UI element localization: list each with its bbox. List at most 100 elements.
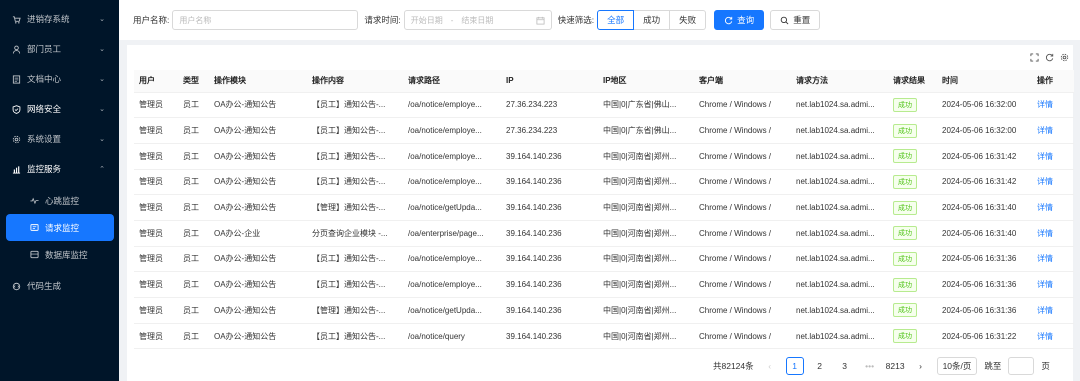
user-label: 用户名称:	[133, 15, 170, 25]
quick-filter-all[interactable]: 全部	[597, 10, 635, 30]
sidebar-item-department[interactable]: 部门员工 ⌄	[0, 34, 119, 64]
sidebar-item-request-monitor[interactable]: 请求监控	[6, 214, 114, 241]
header-type: 类型	[178, 70, 209, 93]
sidebar-item-label: 进销存系统	[27, 14, 70, 24]
detail-link[interactable]: 详情	[1037, 229, 1053, 238]
fullscreen-icon[interactable]	[1030, 53, 1039, 62]
settings-icon[interactable]	[1060, 53, 1069, 62]
cell-client: Chrome / Windows /	[694, 143, 791, 170]
quick-filter-success[interactable]: 成功	[634, 10, 671, 30]
detail-link[interactable]: 详情	[1037, 306, 1053, 315]
cell-content: 分页查询企业模块 -...	[307, 220, 403, 247]
search-button-label: 查询	[737, 15, 755, 25]
detail-link[interactable]: 详情	[1037, 177, 1053, 186]
cell-action: 详情	[1032, 297, 1074, 324]
table-row: 管理员 员工 OA办公-通知公告 【员工】通知公告-.../oa/notice/emp…	[134, 92, 1074, 119]
cell-result: 成功	[888, 169, 937, 196]
cell-ip-region: 中国|0|河南省|郑州...	[598, 169, 694, 196]
cell-path: /oa/enterprise/page...	[403, 220, 501, 247]
cell-ip: 39.164.140.236	[501, 143, 598, 170]
detail-link[interactable]: 详情	[1037, 332, 1053, 341]
cell-time: 2024-05-06 16:31:36	[937, 271, 1032, 298]
cell-time: 2024-05-06 16:31:42	[937, 143, 1032, 170]
header-ip: IP	[501, 70, 598, 93]
cell-path: /oa/notice/employe...	[403, 143, 501, 170]
cell-path: /oa/notice/employe...	[403, 271, 501, 298]
detail-link[interactable]: 详情	[1037, 254, 1053, 263]
sidebar-item-monitoring[interactable]: 监控服务 ⌃	[0, 154, 119, 184]
sidebar-item-system-settings[interactable]: 系统设置 ⌄	[0, 124, 119, 154]
page-1-button[interactable]: 1	[785, 357, 804, 375]
cell-content: 【员工】通知公告-...	[307, 271, 403, 298]
reload-icon[interactable]	[1045, 53, 1054, 62]
user-name-input[interactable]: 用户名称	[172, 10, 359, 30]
sidebar-item-heartbeat[interactable]: 心跳监控	[0, 187, 119, 214]
start-date-input[interactable]: 开始日期	[411, 15, 443, 26]
table-row: 管理员 员工 OA办公-通知公告 【管理】通知公告-.../oa/notice/get…	[134, 297, 1074, 324]
cell-module: OA办公-通知公告	[209, 271, 307, 298]
quick-filter-fail[interactable]: 失败	[670, 10, 707, 30]
cell-result: 成功	[888, 323, 937, 350]
cell-ip: 39.164.140.236	[501, 271, 598, 298]
sidebar-item-code-generation[interactable]: 代码生成	[0, 271, 119, 301]
cell-time: 2024-05-06 16:32:00	[937, 92, 1032, 119]
next-page-button[interactable]: ›	[912, 357, 930, 375]
cell-time: 2024-05-06 16:31:36	[937, 246, 1032, 273]
date-range-picker[interactable]: 开始日期 - 结束日期	[403, 10, 552, 30]
cell-method: net.lab1024.sa.admi...	[791, 297, 888, 324]
cell-path: /oa/notice/employe...	[403, 92, 501, 119]
cell-ip: 39.164.140.236	[501, 169, 598, 196]
cell-user: 管理员	[134, 297, 178, 324]
sidebar: 进销存系统 ⌄ 部门员工 ⌄ 文档中心 ⌄ 网络安全 ⌄ 系统设置 ⌄ 监控服务	[0, 0, 119, 381]
reset-button[interactable]: 重置	[770, 10, 821, 30]
shield-icon	[10, 104, 22, 114]
cell-module: OA办公-通知公告	[209, 92, 307, 119]
sidebar-item-database-monitor[interactable]: 数据库监控	[0, 241, 119, 268]
cell-action: 详情	[1032, 92, 1074, 119]
sidebar-item-inventory[interactable]: 进销存系统 ⌄	[0, 4, 119, 34]
chart-icon	[10, 165, 22, 174]
table-row: 管理员 员工 OA办公-通知公告 【员工】通知公告-.../oa/notice/que…	[134, 323, 1074, 350]
last-page-button[interactable]: 8213	[886, 357, 905, 375]
table-card: 用户 类型 操作模块 操作内容 请求路径 IP IP地区 客户端 请求方法 请求…	[127, 45, 1074, 381]
search-button[interactable]: 查询	[714, 10, 765, 30]
goto-page-input[interactable]	[1008, 357, 1035, 375]
table-row: 管理员 员工 OA办公-通知公告 【管理】通知公告-.../oa/notice/get…	[134, 194, 1074, 221]
cell-user: 管理员	[134, 117, 178, 144]
cell-time: 2024-05-06 16:31:22	[937, 323, 1032, 350]
detail-link[interactable]: 详情	[1037, 126, 1053, 135]
cell-type: 员工	[178, 323, 209, 350]
page-2-button[interactable]: 2	[811, 357, 829, 375]
detail-link[interactable]: 详情	[1037, 152, 1053, 161]
status-badge: 成功	[893, 329, 917, 344]
cell-type: 员工	[178, 297, 209, 324]
sidebar-item-label: 监控服务	[27, 164, 62, 174]
search-icon	[780, 16, 789, 25]
detail-link[interactable]: 详情	[1037, 100, 1053, 109]
sidebar-item-network-security[interactable]: 网络安全 ⌄	[0, 94, 119, 124]
detail-link[interactable]: 详情	[1037, 203, 1053, 212]
cell-client: Chrome / Windows /	[694, 92, 791, 119]
sidebar-item-label: 系统设置	[27, 134, 62, 144]
status-badge: 成功	[893, 251, 917, 266]
cell-action: 详情	[1032, 117, 1074, 144]
table-row: 管理员 员工 OA办公-通知公告 【员工】通知公告-.../oa/notice/emp…	[134, 117, 1074, 144]
detail-link[interactable]: 详情	[1037, 280, 1053, 289]
cell-ip-region: 中国|0|河南省|郑州...	[598, 194, 694, 221]
pagination-ellipsis[interactable]: •••	[861, 357, 879, 375]
end-date-input[interactable]: 结束日期	[461, 15, 493, 26]
page-3-button[interactable]: 3	[836, 357, 854, 375]
prev-page-button[interactable]: ‹	[761, 357, 779, 375]
page-size-select[interactable]: 10条/页	[936, 357, 978, 375]
code-icon	[10, 282, 22, 291]
cell-ip: 39.164.140.236	[501, 246, 598, 273]
cell-action: 详情	[1032, 143, 1074, 170]
cell-client: Chrome / Windows /	[694, 323, 791, 350]
sidebar-item-documents[interactable]: 文档中心 ⌄	[0, 64, 119, 94]
goto-suffix: 页	[1041, 361, 1050, 371]
cell-ip-region: 中国|0|广东省|佛山...	[598, 117, 694, 144]
status-badge: 成功	[893, 174, 917, 189]
main-content: 用户名称: 用户名称 请求时间: 开始日期 - 结束日期 快速筛选: 全部 成功…	[119, 0, 1080, 381]
cell-method: net.lab1024.sa.admi...	[791, 92, 888, 119]
cell-user: 管理员	[134, 92, 178, 119]
